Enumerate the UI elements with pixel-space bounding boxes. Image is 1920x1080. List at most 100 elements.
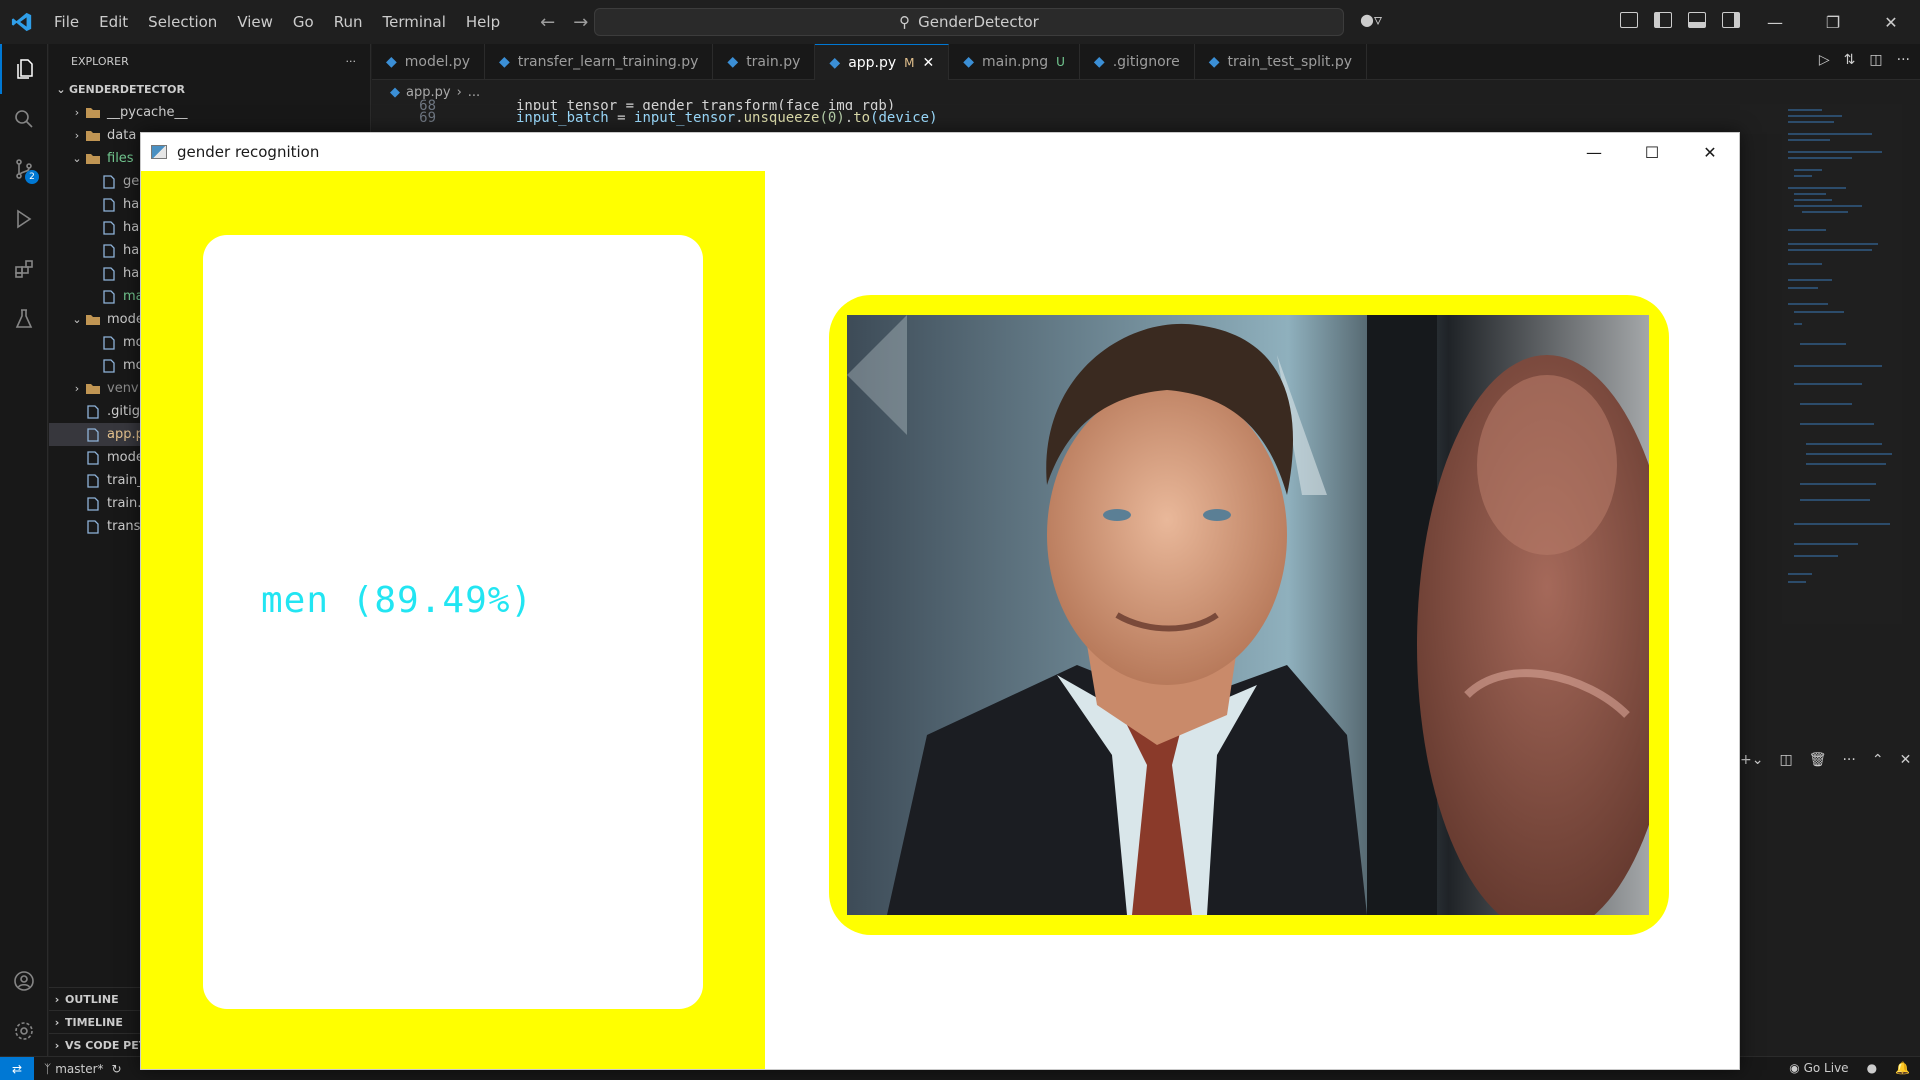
panel-toolbar: +⌄ ◫ 🗑 ··· ⌃ ✕ [1740,752,1911,768]
code-token: input_batch [516,110,609,126]
editor-tab[interactable]: ◆ train_test_split.py [1195,44,1368,80]
code-token: (0) [819,110,845,126]
golive-button[interactable]: ◉ Go Live [1789,1061,1848,1075]
file-icon [85,496,101,511]
project-root[interactable]: ⌄ GENDERDETECTOR [49,78,370,101]
menu-terminal[interactable]: Terminal [373,0,456,44]
copilot-icon[interactable]: ●▿ [1360,10,1382,29]
sync-icon[interactable]: ↻ [112,1062,122,1076]
tree-item-label: mode [107,450,144,465]
menu-file[interactable]: File [44,0,89,44]
file-icon [101,289,117,304]
minimap[interactable] [1782,104,1902,624]
editor-tab[interactable]: ◆ app.py M ✕ [815,44,950,80]
file-icon [85,404,101,419]
golive-label: Go Live [1803,1061,1849,1075]
result-panel: men (89.49%) [141,171,765,1069]
tree-item-label: __pycache__ [107,105,188,120]
cv-close-icon[interactable]: ✕ [1681,133,1739,171]
tree-item-label: train. [107,496,142,511]
open-changes-icon[interactable]: ⇅ [1844,52,1856,68]
tree-item-label: app.p [107,427,144,442]
editor-tab[interactable]: ◆ main.png U [949,44,1080,80]
toggle-sidebar-icon[interactable] [1654,12,1672,28]
menu-view[interactable]: View [227,0,283,44]
file-icon [101,266,117,281]
remote-indicator-icon[interactable]: ⇄ [0,1056,34,1080]
tab-label: main.png [982,54,1049,70]
folder-icon [85,106,101,120]
file-icon [85,473,101,488]
outline-label: OUTLINE [65,992,119,1006]
source-control-badge: 2 [25,170,39,184]
more-actions-icon[interactable]: ··· [346,55,357,68]
more-actions-icon[interactable]: ··· [1842,752,1855,768]
file-icon [85,519,101,534]
run-debug-icon[interactable] [0,194,48,244]
search-icon[interactable] [0,94,48,144]
menu-edit[interactable]: Edit [89,0,138,44]
tab-label: app.py [848,54,897,71]
tree-folder[interactable]: › __pycache__ [49,101,370,124]
back-arrow-icon[interactable]: ← [540,12,555,33]
close-icon[interactable]: ✕ [1862,0,1920,44]
menu-selection[interactable]: Selection [138,0,227,44]
tab-label: train_test_split.py [1227,54,1353,70]
customize-layout-icon[interactable] [1620,12,1638,28]
close-tab-icon[interactable]: ✕ [923,55,935,71]
file-type-icon: ◆ [829,54,841,71]
activity-bar: 2 [0,44,48,1056]
menu-run[interactable]: Run [324,0,373,44]
toggle-secondary-sidebar-icon[interactable] [1722,12,1740,28]
split-terminal-icon[interactable]: ◫ [1779,752,1792,768]
code-line-68: 68 input_tensor = gender_transform(face_… [372,98,1782,110]
minimize-icon[interactable]: — [1746,0,1804,44]
settings-gear-icon[interactable] [0,1006,48,1056]
editor-tab[interactable]: ◆ model.py [372,44,485,80]
more-actions-icon[interactable]: ··· [1897,52,1910,68]
chevron-right-icon: › [54,1015,60,1029]
vscode-logo-icon [0,0,44,44]
accounts-icon[interactable] [0,956,48,1006]
file-icon [101,243,117,258]
code-line-69: 69 input_batch = input_tensor . unsqueez… [372,110,1782,128]
source-control-icon[interactable]: 2 [0,144,48,194]
code-token: . [844,110,854,126]
menu-go[interactable]: Go [283,0,324,44]
tab-label: train.py [746,54,801,70]
restore-icon[interactable]: ❐ [1804,0,1862,44]
editor-tab[interactable]: ◆ transfer_learn_training.py [485,44,714,80]
vscode-pets-label: VS CODE PET [65,1038,147,1052]
code-token: (device) [870,110,938,126]
folder-icon [85,129,101,143]
code-token: . [735,110,744,126]
editor-tab[interactable]: ◆ train.py [713,44,816,80]
chevron-up-icon[interactable]: ⌃ [1872,752,1884,768]
extensions-icon[interactable] [0,244,48,294]
toggle-panel-icon[interactable] [1688,12,1706,28]
command-center-search[interactable]: ⚲ GenderDetector [594,8,1344,36]
new-terminal-icon[interactable]: +⌄ [1740,752,1763,768]
cv-canvas: men (89.49%) [141,171,1739,1069]
editor-tab[interactable]: ◆ .gitignore [1080,44,1195,80]
code-token: unsqueeze [743,110,820,126]
cv-maximize-icon[interactable]: ☐ [1623,133,1681,171]
run-file-icon[interactable]: ▷ [1819,52,1830,68]
git-branch[interactable]: master* [55,1062,103,1076]
trash-icon[interactable]: 🗑 [1809,752,1827,768]
notifications-bell-icon[interactable]: 🔔 [1895,1061,1910,1075]
cv-minimize-icon[interactable]: — [1565,133,1623,171]
title-bar: File Edit Selection View Go Run Terminal… [0,0,1920,44]
explorer-icon[interactable] [0,44,48,94]
broadcast-icon: ◉ [1789,1061,1800,1075]
folder-icon [85,313,101,327]
chevron-right-icon: › [74,382,80,395]
code-editor[interactable]: 68 input_tensor = gender_transform(face_… [372,98,1782,134]
split-editor-icon[interactable]: ◫ [1869,52,1882,68]
menu-help[interactable]: Help [456,0,510,44]
forward-arrow-icon[interactable]: → [573,12,588,33]
search-icon: ⚲ [899,13,911,31]
testing-icon[interactable] [0,294,48,344]
close-panel-icon[interactable]: ✕ [1900,752,1912,768]
copilot-status-icon[interactable]: ● [1867,1061,1877,1075]
